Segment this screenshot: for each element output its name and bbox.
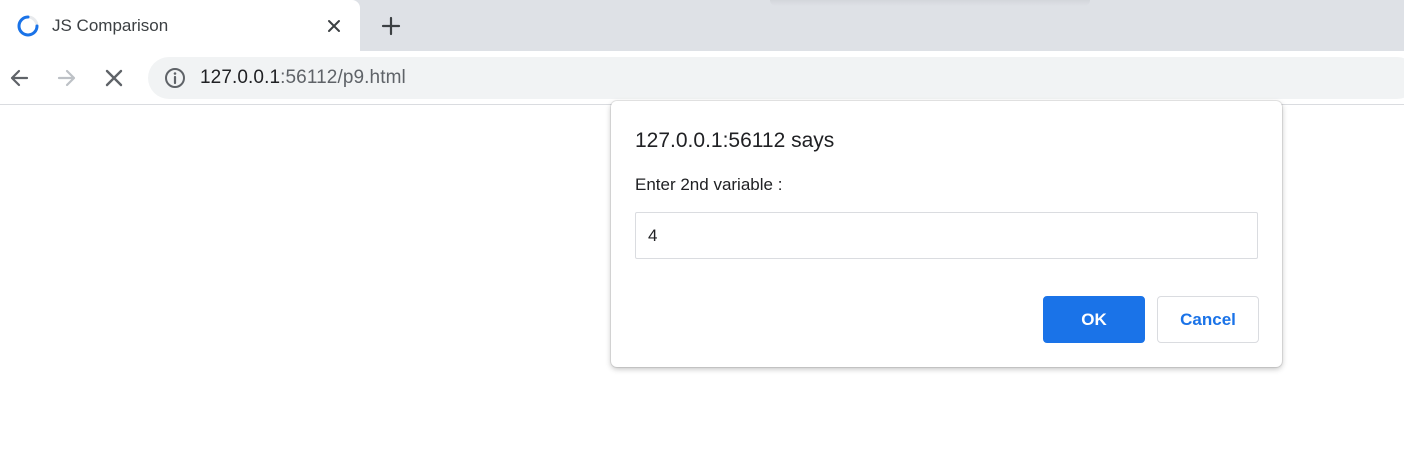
stop-icon[interactable] — [100, 64, 128, 92]
ok-button[interactable]: OK — [1043, 296, 1145, 343]
address-bar[interactable]: 127.0.0.1:56112/p9.html — [148, 57, 1404, 99]
tab-title: JS Comparison — [52, 16, 169, 35]
info-icon[interactable] — [164, 67, 186, 89]
cancel-button[interactable]: Cancel — [1157, 296, 1259, 343]
browser-window: JS Comparison 127.0.0.1:56112/p9.html 12… — [0, 0, 1404, 469]
dialog-message: Enter 2nd variable : — [635, 175, 783, 194]
arrow-left-icon[interactable] — [5, 64, 33, 92]
arrow-right-icon[interactable] — [53, 64, 81, 92]
close-icon[interactable] — [322, 14, 346, 38]
url-path: :56112/p9.html — [280, 67, 406, 88]
loading-spinner-icon — [16, 14, 40, 38]
toolbar: 127.0.0.1:56112/p9.html — [0, 51, 1404, 105]
url-text: 127.0.0.1:56112/p9.html — [200, 67, 406, 89]
prompt-input[interactable] — [635, 212, 1258, 259]
tab-strip-shadow — [770, 0, 1090, 6]
prompt-dialog: 127.0.0.1:56112 says Enter 2nd variable … — [611, 101, 1282, 367]
tab-strip: JS Comparison — [0, 0, 1404, 51]
dialog-title: 127.0.0.1:56112 says — [635, 129, 835, 152]
plus-icon[interactable] — [377, 12, 405, 40]
active-tab[interactable]: JS Comparison — [0, 0, 360, 51]
url-host: 127.0.0.1 — [200, 67, 281, 88]
